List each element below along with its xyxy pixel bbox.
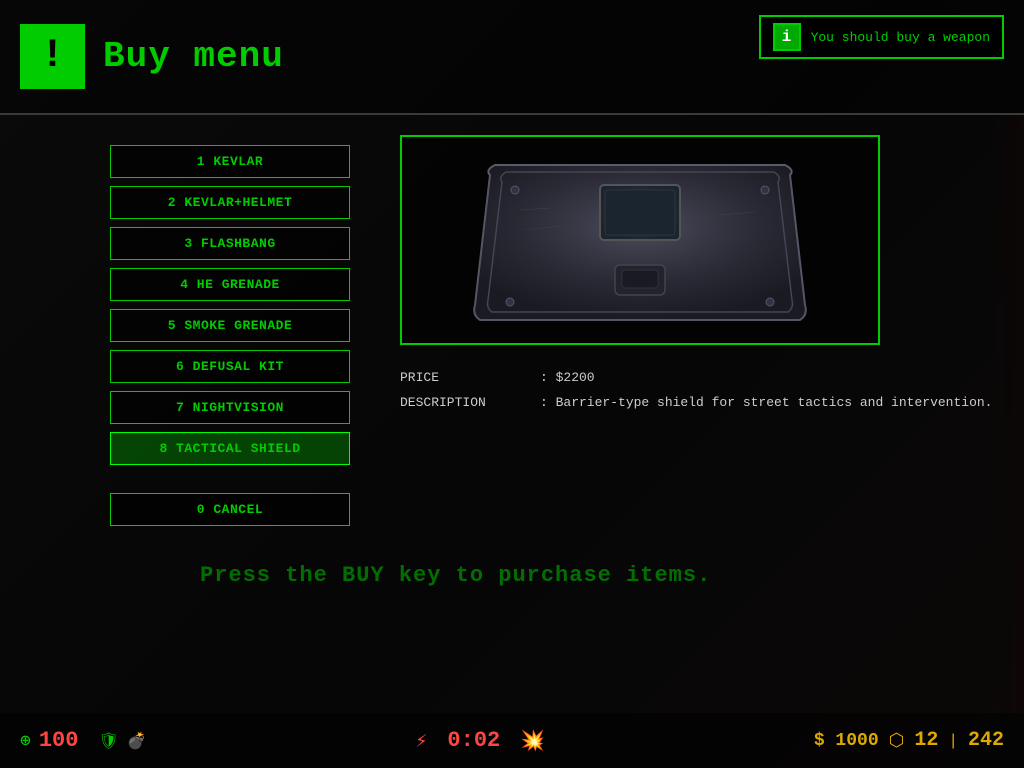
- hud-center: ⚡ 0:02 💥: [415, 728, 545, 754]
- hud-left: ⊕ 100 🛡 💣: [20, 728, 147, 753]
- header-exclamation-icon: !: [20, 24, 85, 89]
- description-label: DESCRIPTION: [400, 395, 540, 410]
- hud-grenade-icon: 💣: [127, 731, 147, 751]
- menu-item-3[interactable]: 3 FLASHBANG: [110, 227, 350, 260]
- hud-bottom: ⊕ 100 🛡 💣 ⚡ 0:02 💥 $ 1000 ⬡ 12 | 242: [0, 713, 1024, 768]
- item-image: [400, 135, 880, 345]
- hud-ammo-reserve: 242: [968, 729, 1004, 752]
- price-value: : $2200: [540, 370, 595, 385]
- hud-ammo-separator: |: [948, 732, 958, 750]
- hud-timer: 0:02: [447, 728, 500, 753]
- menu-item-8[interactable]: 8 TACTICAL SHIELD: [110, 432, 350, 465]
- hud-ammo-main: 12: [914, 729, 938, 752]
- menu-item-1[interactable]: 1 KEVLAR: [110, 145, 350, 178]
- description-value: : Barrier-type shield for street tactics…: [540, 395, 992, 410]
- hud-money-icon: ⬡: [889, 730, 905, 752]
- notification-icon: i: [773, 23, 801, 51]
- buy-panel: 1 KEVLAR 2 KEVLAR+HELMET 3 FLASHBANG 4 H…: [0, 115, 1024, 768]
- hud-bomb-icon: ⚡: [415, 728, 427, 754]
- menu-item-6[interactable]: 6 DEFUSAL KIT: [110, 350, 350, 383]
- hud-bomb-icon-2: 💥: [520, 728, 545, 754]
- menu-item-7[interactable]: 7 NIGHTVISION: [110, 391, 350, 424]
- menu-item-cancel[interactable]: 0 CANCEL: [110, 493, 350, 526]
- menu-item-5[interactable]: 5 SMOKE GRENADE: [110, 309, 350, 342]
- hud-armor-icon: 🛡: [98, 731, 118, 751]
- menu-spacer: [110, 473, 360, 485]
- item-list: 1 KEVLAR 2 KEVLAR+HELMET 3 FLASHBANG 4 H…: [0, 115, 390, 768]
- menu-item-4[interactable]: 4 HE GRENADE: [110, 268, 350, 301]
- item-detail-panel: PRICE : $2200 DESCRIPTION : Barrier-type…: [390, 115, 1024, 768]
- price-row: PRICE : $2200: [400, 370, 994, 385]
- hud-money: $ 1000: [814, 731, 879, 751]
- hud-health: 100: [39, 728, 79, 753]
- hud-health-icon: ⊕: [20, 730, 31, 752]
- notification-box: i You should buy a weapon: [759, 15, 1004, 59]
- page-title: Buy menu: [103, 36, 284, 77]
- item-info: PRICE : $2200 DESCRIPTION : Barrier-type…: [400, 365, 994, 425]
- price-label: PRICE: [400, 370, 540, 385]
- hud-right: $ 1000 ⬡ 12 | 242: [814, 729, 1004, 752]
- description-row: DESCRIPTION : Barrier-type shield for st…: [400, 395, 994, 410]
- shield-svg: [460, 150, 820, 330]
- menu-item-2[interactable]: 2 KEVLAR+HELMET: [110, 186, 350, 219]
- notification-text: You should buy a weapon: [811, 30, 990, 45]
